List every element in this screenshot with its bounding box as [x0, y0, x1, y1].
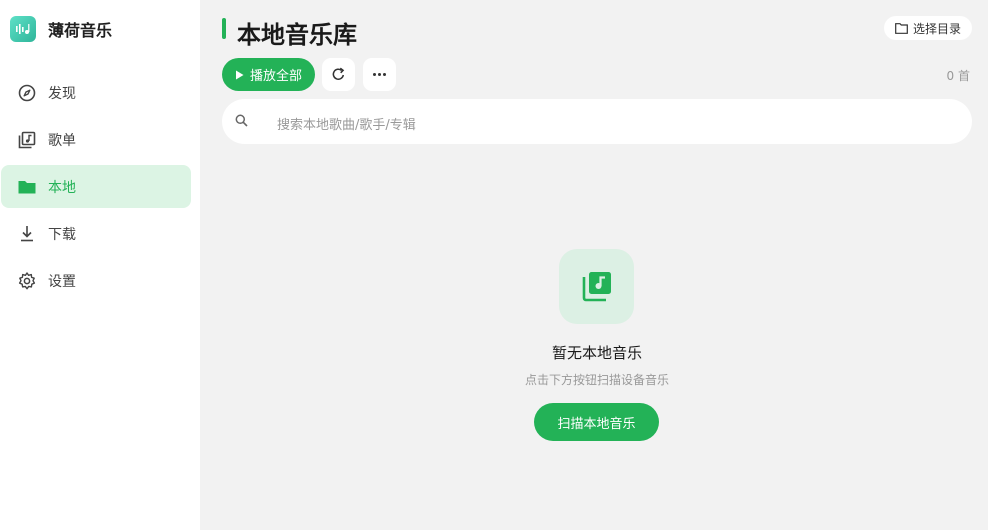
sidebar-item-label: 本地: [48, 179, 76, 196]
sidebar-item-label: 发现: [48, 85, 76, 102]
page-title: 本地音乐库: [237, 21, 357, 49]
more-options-button[interactable]: [363, 58, 396, 91]
sidebar-item-downloads[interactable]: 下载: [1, 212, 191, 255]
scan-button-label: 扫描本地音乐: [557, 416, 636, 432]
sidebar-item-label: 设置: [48, 273, 76, 290]
search-input[interactable]: 搜索本地歌曲/歌手/专辑: [222, 99, 972, 144]
app-name: 薄荷音乐: [48, 21, 113, 40]
select-directory-label: 选择目录: [912, 21, 961, 36]
sidebar-item-label: 下载: [48, 226, 76, 243]
download-icon: [21, 226, 33, 242]
brand: 薄荷音乐: [10, 16, 112, 42]
play-all-label: 播放全部: [249, 69, 302, 84]
select-directory-button[interactable]: 选择目录: [883, 16, 972, 40]
sidebar: 薄荷音乐 发现 歌单 本地 下载 设置: [0, 0, 200, 530]
sidebar-item-local[interactable]: 本地: [1, 165, 191, 208]
sidebar-item-playlists[interactable]: 歌单: [1, 118, 191, 161]
title-accent-bar: [222, 18, 226, 39]
playlist-icon: [18, 131, 36, 149]
sidebar-item-label: 歌单: [48, 132, 76, 149]
empty-state-title: 暂无本地音乐: [551, 344, 642, 362]
play-all-button[interactable]: 播放全部: [222, 58, 315, 91]
main-content: 本地音乐库 选择目录 播放全部 0 首 搜索本地歌曲/歌手/专辑 暂无本地音乐 …: [200, 0, 988, 530]
refresh-icon: [332, 67, 345, 80]
search-placeholder: 搜索本地歌曲/歌手/专辑: [277, 118, 416, 133]
folder-icon: [18, 181, 36, 194]
more-dots-icon: [373, 73, 386, 76]
folder-outline-icon: [895, 22, 908, 34]
sidebar-item-discover[interactable]: 发现: [1, 71, 191, 114]
gear-icon: [18, 272, 36, 290]
empty-state-subtitle: 点击下方按钮扫描设备音乐: [524, 373, 669, 387]
track-count: 0 首: [946, 69, 970, 83]
app-logo-icon: [10, 16, 36, 42]
play-icon: [235, 70, 244, 79]
search-icon: [235, 114, 248, 127]
sidebar-item-settings[interactable]: 设置: [1, 259, 191, 302]
compass-icon: [18, 84, 36, 102]
scan-local-music-button[interactable]: 扫描本地音乐: [534, 403, 659, 441]
refresh-button[interactable]: [322, 58, 355, 91]
empty-library-icon: [559, 249, 634, 324]
